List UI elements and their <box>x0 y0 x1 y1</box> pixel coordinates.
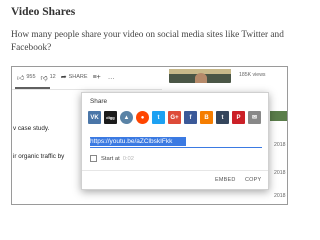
share-dialog: Share VK digg ▲ ● t G+ f Bt P ✉ https://youtu.be/… <box>81 92 269 190</box>
pinterest-share-icon[interactable]: P <box>232 111 245 124</box>
video-action-bar: 👍︎ 955 👎︎ 12 ➦ SHARE ≡+ … <box>12 67 121 87</box>
playlist-add-icon: ≡+ <box>92 73 101 81</box>
related-video-views: 185K views <box>239 72 266 78</box>
divider <box>12 89 162 90</box>
digg-share-icon[interactable]: digg <box>104 111 117 124</box>
thumbs-up-icon: 👍︎ <box>17 74 25 82</box>
embed-button[interactable]: EMBED <box>215 177 236 183</box>
vk-share-icon[interactable]: VK <box>88 111 101 124</box>
start-at-time: 0:02 <box>122 155 134 162</box>
reddit-share-icon[interactable]: ● <box>136 111 149 124</box>
section-heading: Video Shares <box>11 6 76 18</box>
page-text-fragment: ir organic traffic by <box>13 153 65 160</box>
related-video-thumbnail[interactable] <box>270 111 287 121</box>
share-label: SHARE <box>68 74 88 80</box>
share-arrow-icon: ➦ <box>60 74 67 81</box>
facebook-share-icon[interactable]: f <box>184 111 197 124</box>
related-video-meta: 2018 <box>274 142 286 148</box>
like-button[interactable]: 👍︎ 955 <box>12 73 36 82</box>
section-question: How many people share your video on soci… <box>11 30 284 53</box>
like-count: 955 <box>26 74 36 80</box>
email-share-icon[interactable]: ✉ <box>248 111 261 124</box>
related-video-thumbnail[interactable] <box>169 69 231 83</box>
share-link-text: https://youtu.be/aZClbskIFkk <box>90 138 173 145</box>
youtube-screenshot: 👍︎ 955 👎︎ 12 ➦ SHARE ≡+ … 185K views on … <box>11 66 288 205</box>
more-icon: … <box>107 73 116 81</box>
add-to-playlist-button[interactable]: ≡+ <box>93 74 103 81</box>
more-actions-button[interactable]: … <box>108 74 116 81</box>
tumblr-share-icon[interactable]: t <box>216 111 229 124</box>
thumbs-down-icon: 👎︎ <box>40 74 48 82</box>
share-dialog-title: Share <box>90 98 108 105</box>
social-icon-row: VK digg ▲ ● t G+ f Bt P ✉ <box>88 111 261 124</box>
dislike-count: 12 <box>49 74 56 80</box>
blogger-share-icon[interactable]: B <box>200 111 213 124</box>
share-link-underline <box>90 147 262 148</box>
dislike-button[interactable]: 👎︎ 12 <box>41 73 56 82</box>
page-text-fragment: v case study. <box>13 125 50 132</box>
googleplus-share-icon[interactable]: G+ <box>168 111 181 124</box>
twitter-share-icon[interactable]: t <box>152 111 165 124</box>
share-button[interactable]: ➦ SHARE <box>61 73 88 81</box>
dialog-divider <box>82 170 268 171</box>
share-link-input[interactable]: https://youtu.be/aZClbskIFkk <box>90 137 186 146</box>
copy-button[interactable]: COPY <box>245 177 261 183</box>
related-video-meta: 2018 <box>274 170 286 176</box>
related-video-meta: 2018 <box>274 193 286 199</box>
start-at-label: Start at <box>101 155 120 162</box>
myspace-share-icon[interactable]: ▲ <box>120 111 133 124</box>
start-at-checkbox[interactable] <box>90 155 97 162</box>
start-at-option[interactable]: Start at 0:02 <box>90 155 134 162</box>
